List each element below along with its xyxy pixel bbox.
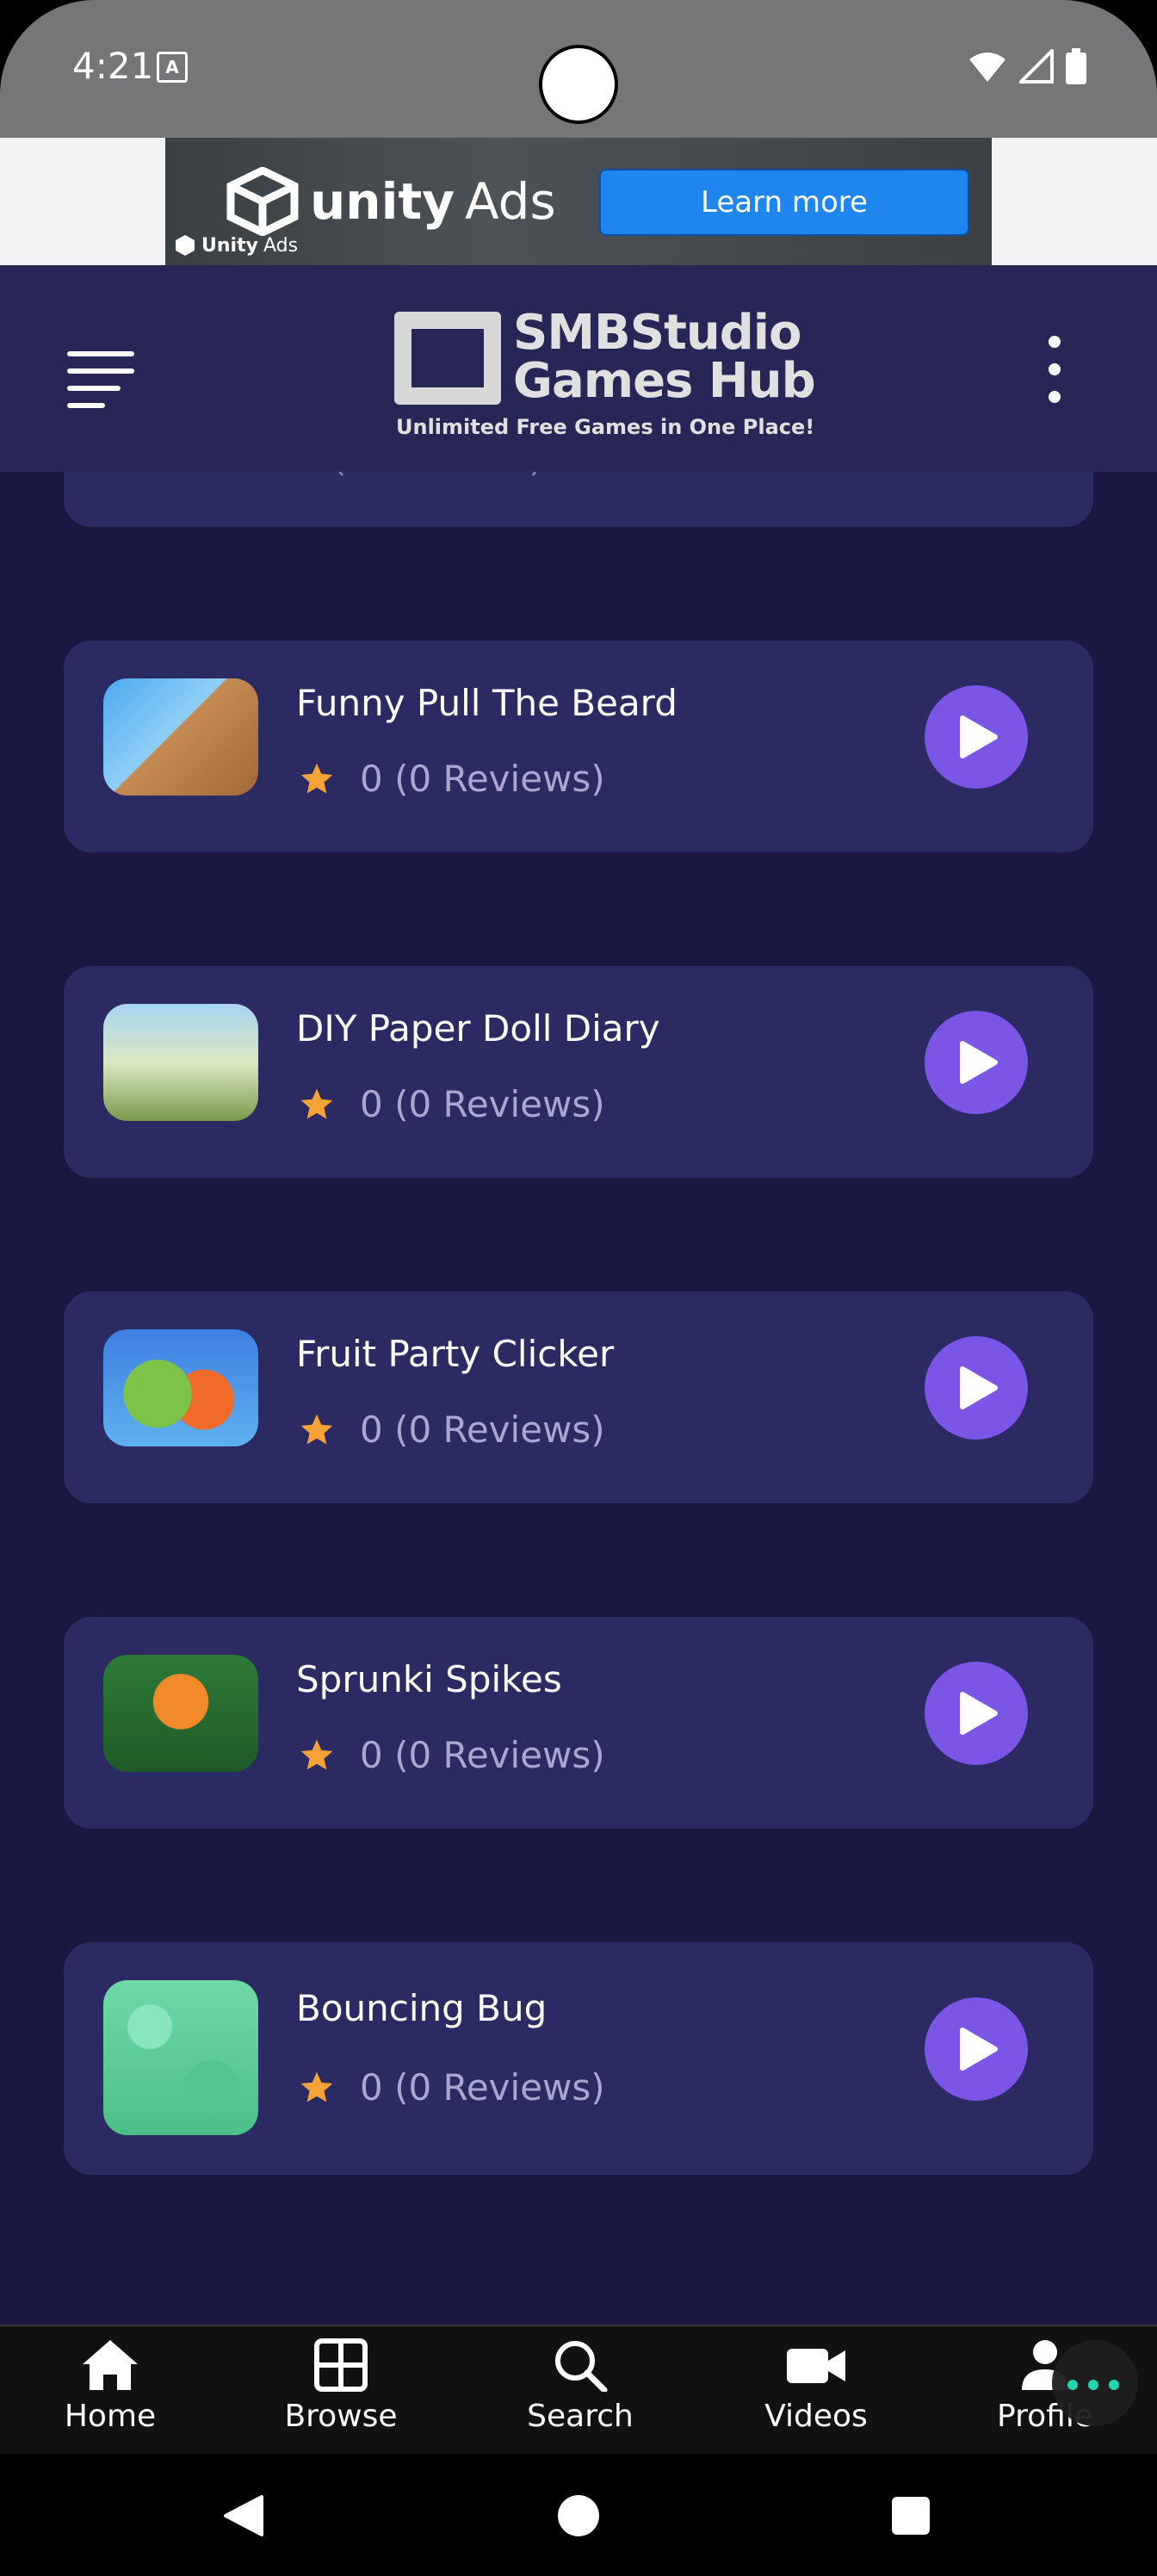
game-card[interactable]: DIY Paper Doll Diary 0 (0 Reviews) [64,966,1093,1178]
signal-icon [1019,49,1054,84]
play-button[interactable] [925,685,1028,789]
star-icon [300,2071,333,2102]
nav-videos[interactable]: Videos [730,2338,902,2434]
star-icon [300,1088,333,1118]
home-icon [83,2340,138,2390]
status-time: 4:21 [72,45,154,87]
game-title: Bouncing Bug [296,1987,548,2029]
kebab-menu-icon[interactable] [1038,336,1069,405]
game-thumbnail [103,1004,258,1121]
rating-text: 0 (0 Reviews) [360,2066,605,2108]
game-thumbnail [103,1329,258,1446]
app-logo: SMBStudio Games Hub Unlimited Free Games… [394,305,816,443]
logo-tagline: Unlimited Free Games in One Place! [396,415,815,439]
bottom-nav: Home Browse Search Videos Profile [0,2325,1157,2455]
game-title: Sprunki Spikes [296,1658,562,1700]
grid-icon [314,2338,368,2392]
unity-small-logo-icon [176,235,195,256]
rating-text: 0 (0 Reviews) [360,1083,605,1125]
floating-more-button[interactable] [1052,2340,1138,2426]
nav-browse[interactable]: Browse [255,2338,427,2434]
nav-home[interactable]: Home [24,2338,196,2434]
play-icon [960,2028,998,2071]
unity-logo-icon [226,167,299,236]
game-card[interactable]: Fruit Party Clicker 0 (0 Reviews) [64,1291,1093,1503]
status-bar: 4:21 A [0,0,1157,138]
a-box-icon: A [157,52,188,83]
back-icon[interactable] [222,2493,265,2538]
rating-row: 0 (0 Reviews) [298,1409,605,1451]
learn-more-button[interactable]: Learn more [599,169,969,236]
rating-row: 0 (0 Reviews) [298,1734,605,1776]
wifi-icon [969,53,1005,82]
ad-brand-suffix: Ads [465,172,556,231]
game-title: Fruit Party Clicker [296,1333,615,1375]
more-dot-icon [1109,2380,1119,2390]
hamburger-menu-icon[interactable] [67,351,138,408]
nav-search[interactable]: Search [494,2338,666,2434]
nav-videos-label: Videos [764,2399,868,2434]
logo-mark-icon [394,312,501,405]
app-header: SMBStudio Games Hub Unlimited Free Games… [0,265,1157,472]
game-thumbnail [103,1655,258,1772]
game-card[interactable]: Funny Pull The Beard 0 (0 Reviews) [64,641,1093,852]
game-card[interactable]: Bouncing Bug 0 (0 Reviews) [64,1942,1093,2175]
play-button[interactable] [925,1997,1028,2101]
nav-search-label: Search [527,2399,634,2434]
play-icon [960,1366,998,1409]
play-icon [960,1692,998,1735]
rating-text: 0 (0 Reviews) [360,758,605,800]
ad-brand-name: unity [310,172,455,231]
game-title: DIY Paper Doll Diary [296,1007,660,1050]
play-icon [960,1041,998,1084]
home-circle-icon[interactable] [556,2493,601,2538]
phone-screen: 4:21 A unity Ads Unity Ads Learn more SM… [0,0,1157,2576]
ad-banner[interactable]: unity Ads Unity Ads Learn more [165,138,992,265]
more-dot-icon [1067,2380,1078,2390]
rating-text: 0 (0 Reviews) [360,1409,605,1451]
video-camera-icon [787,2349,845,2383]
status-icons [968,48,1086,84]
game-thumbnail [103,1980,258,2135]
play-button[interactable] [925,1336,1028,1440]
nav-browse-label: Browse [284,2399,398,2434]
ad-small-brand: Unity Ads [174,234,298,257]
game-card[interactable]: Sprunki Spikes 0 (0 Reviews) [64,1617,1093,1829]
star-icon [300,1414,333,1444]
ad-small-suffix: Ads [263,234,299,257]
battery-icon [1066,48,1086,84]
play-button[interactable] [925,1011,1028,1114]
game-title: Funny Pull The Beard [296,682,677,724]
game-thumbnail [103,678,258,796]
star-icon [300,763,333,793]
nav-home-label: Home [64,2399,157,2434]
camera-cutout [539,45,618,124]
logo-line2: Games Hub [513,353,816,409]
more-dot-icon [1088,2380,1098,2390]
rating-text: 0 (0 Reviews) [360,1734,605,1776]
recents-square-icon[interactable] [890,2495,931,2536]
star-icon [300,1739,333,1769]
rating-row: 0 (0 Reviews) [298,758,605,800]
play-button[interactable] [925,1662,1028,1765]
ad-brand: unity Ads [226,167,556,236]
system-nav-bar [0,2454,1157,2576]
play-icon [960,715,998,759]
rating-row: 0 (0 Reviews) [298,2066,605,2108]
ad-small-brand-name: Unity [201,234,258,257]
rating-row: 0 (0 Reviews) [298,1083,605,1125]
search-icon [555,2341,608,2392]
